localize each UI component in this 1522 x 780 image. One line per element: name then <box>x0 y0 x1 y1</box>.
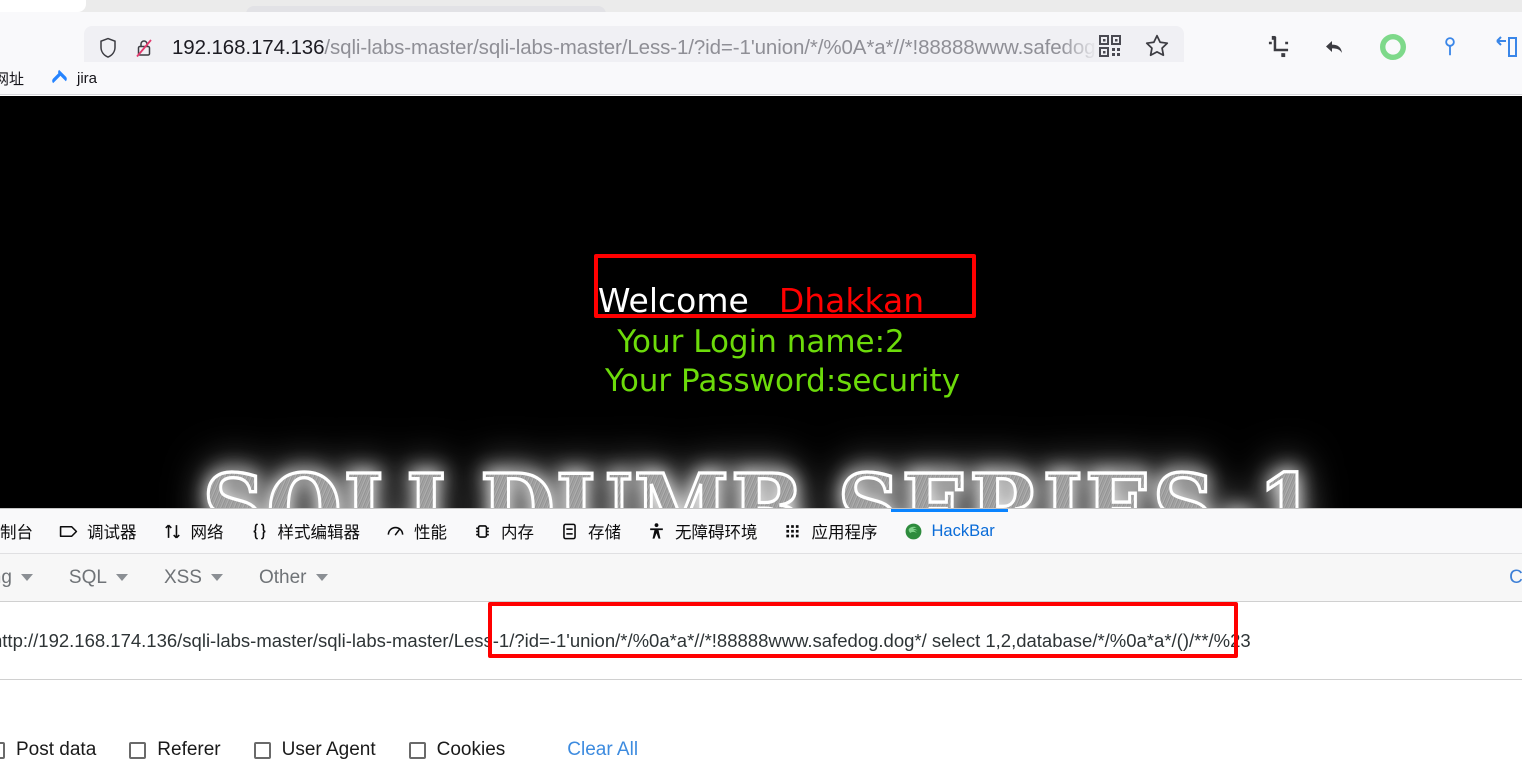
url-text[interactable]: 192.168.174.136/sqli-labs-master/sqli-la… <box>172 36 1098 60</box>
chevron-down-icon <box>20 574 33 581</box>
url-path: /sqli-labs-master/sqli-labs-master/Less-… <box>324 36 1098 59</box>
hackbar-menu-label: SQL <box>68 566 107 588</box>
hackbar-menu-label: Other <box>258 566 307 588</box>
devtools-tab-label: 样式编辑器 <box>277 524 361 542</box>
username-text: Dhakkan <box>778 281 925 320</box>
hackbar-option-cookies[interactable]: Cookies <box>408 739 506 761</box>
hackbar-option-referer[interactable]: Referer <box>129 739 221 761</box>
browser-window: 192.168.174.136/sqli-labs-master/sqli-la… <box>0 0 1522 780</box>
record-circle-icon[interactable] <box>1380 33 1406 65</box>
memory-chip-icon <box>473 522 492 541</box>
network-arrows-icon <box>163 522 182 541</box>
hackbar-option-label: Referer <box>157 739 221 760</box>
bookmark-label: jira <box>77 69 98 87</box>
devtools-tab-label: 网络 <box>190 524 224 542</box>
chevron-down-icon <box>210 574 223 581</box>
devtools-tab-accessibility[interactable]: 无障碍环境 <box>634 509 771 554</box>
qr-code-icon[interactable] <box>1098 34 1122 63</box>
devtools-tab-label: 无障碍环境 <box>675 524 758 542</box>
address-bar-icons <box>1098 33 1170 64</box>
chevron-down-icon <box>115 574 128 581</box>
checkbox-cookies[interactable] <box>408 741 426 759</box>
gauge-icon <box>386 522 405 541</box>
welcome-text: Welcome <box>597 281 749 320</box>
hackbar-url-input[interactable]: http://192.168.174.136/sqli-labs-master/… <box>0 630 1251 652</box>
devtools-tab-label: 内存 <box>501 524 534 542</box>
hackbar-option-label: Cookies <box>436 739 506 760</box>
url-host: 192.168.174.136 <box>172 36 325 59</box>
hackbar-option-post-data[interactable]: Post data <box>0 739 96 761</box>
navigation-toolbar: 192.168.174.136/sqli-labs-master/sqli-la… <box>0 12 1522 70</box>
hackbar-option-user-agent[interactable]: User Agent <box>253 739 376 761</box>
sqli-logo: SQLI DUMB SERIES-1 <box>0 461 1522 508</box>
password-text: Your Password:security <box>605 363 961 399</box>
devtools-tab-network[interactable]: 网络 <box>150 509 237 554</box>
hackbar-option-label: User Agent <box>281 739 376 760</box>
pin-icon[interactable] <box>1439 35 1461 64</box>
devtools-tab-label: 性能 <box>414 524 447 542</box>
devtools-tab-label: 制台 <box>0 524 33 542</box>
sidebar-toggle-icon[interactable] <box>1494 35 1518 64</box>
hackbar-menu-sql[interactable]: SQL <box>51 567 146 589</box>
hackbar-menu-encoding[interactable]: ding <box>0 567 51 589</box>
lock-crossed-icon[interactable] <box>134 37 154 59</box>
devtools-tab-performance[interactable]: 性能 <box>373 509 460 554</box>
bookmark-item-jira[interactable]: jira <box>50 67 97 90</box>
braces-icon <box>250 522 269 541</box>
welcome-heading: Welcome Dhakkan <box>0 281 1522 320</box>
apps-grid-icon <box>784 522 803 541</box>
hackbar-options-row: Post data Referer User Agent Cookies Cle… <box>0 720 1522 780</box>
chevron-down-icon <box>315 574 328 581</box>
bookmark-item-wangzhi[interactable]: 网址 <box>0 68 24 89</box>
devtools-tab-debugger[interactable]: 调试器 <box>46 509 150 554</box>
tab-strip <box>0 0 1522 36</box>
crop-icon[interactable] <box>1267 35 1290 63</box>
hackbar-convert-button[interactable]: Con <box>1509 554 1522 602</box>
browser-tab-active[interactable] <box>0 0 86 12</box>
devtools-tab-label: HackBar <box>931 521 995 540</box>
hackbar-firefox-icon <box>904 522 923 541</box>
devtools-tab-hackbar[interactable]: HackBar <box>890 508 1009 554</box>
clear-all-button[interactable]: Clear All <box>567 739 638 761</box>
hackbar-menu-other[interactable]: Other <box>241 567 346 589</box>
jira-icon <box>50 67 69 90</box>
devtools-panel: 制台 调试器 网络 样式编辑器 性能 内存 存储 无障碍环境 应用程序 Hack… <box>0 508 1522 780</box>
devtools-tab-label: 存储 <box>588 524 621 542</box>
bookmark-label: 网址 <box>0 70 25 88</box>
checkbox-post-data[interactable] <box>0 741 5 759</box>
shield-icon[interactable] <box>98 37 118 59</box>
checkbox-referer[interactable] <box>129 741 147 759</box>
hackbar-menubar: ding SQL XSS Other Con <box>0 554 1522 602</box>
accessibility-icon <box>647 522 666 541</box>
devtools-tab-storage[interactable]: 存储 <box>547 509 634 554</box>
sqli-logo-text: SQLI DUMB SERIES-1 <box>201 461 1320 508</box>
bookmark-star-icon[interactable] <box>1144 33 1170 64</box>
devtools-tab-application[interactable]: 应用程序 <box>771 509 891 554</box>
devtools-tabbar: 制台 调试器 网络 样式编辑器 性能 内存 存储 无障碍环境 应用程序 Hack… <box>0 508 1522 554</box>
hackbar-menu-label: XSS <box>163 566 202 588</box>
hackbar-menu-xss[interactable]: XSS <box>146 567 241 589</box>
checkbox-user-agent[interactable] <box>253 741 271 759</box>
devtools-tab-label: 调试器 <box>87 524 137 542</box>
page-content: Welcome Dhakkan Your Login name:2 Your Pa… <box>0 96 1522 508</box>
undo-arrow-icon[interactable] <box>1323 35 1347 64</box>
bookmarks-toolbar: 网址 jira <box>0 62 1522 95</box>
devtools-tab-style-editor[interactable]: 样式编辑器 <box>237 509 374 554</box>
devtools-tab-memory[interactable]: 内存 <box>460 509 547 554</box>
debugger-icon <box>59 522 78 541</box>
hackbar-menu-label: ding <box>0 566 12 588</box>
devtools-tab-console[interactable]: 制台 <box>0 509 46 554</box>
login-name-text: Your Login name:2 <box>617 324 905 360</box>
hackbar-url-row[interactable]: http://192.168.174.136/sqli-labs-master/… <box>0 602 1522 680</box>
storage-icon <box>560 522 579 541</box>
hackbar-option-label: Post data <box>16 739 97 760</box>
devtools-tab-label: 应用程序 <box>811 524 878 542</box>
